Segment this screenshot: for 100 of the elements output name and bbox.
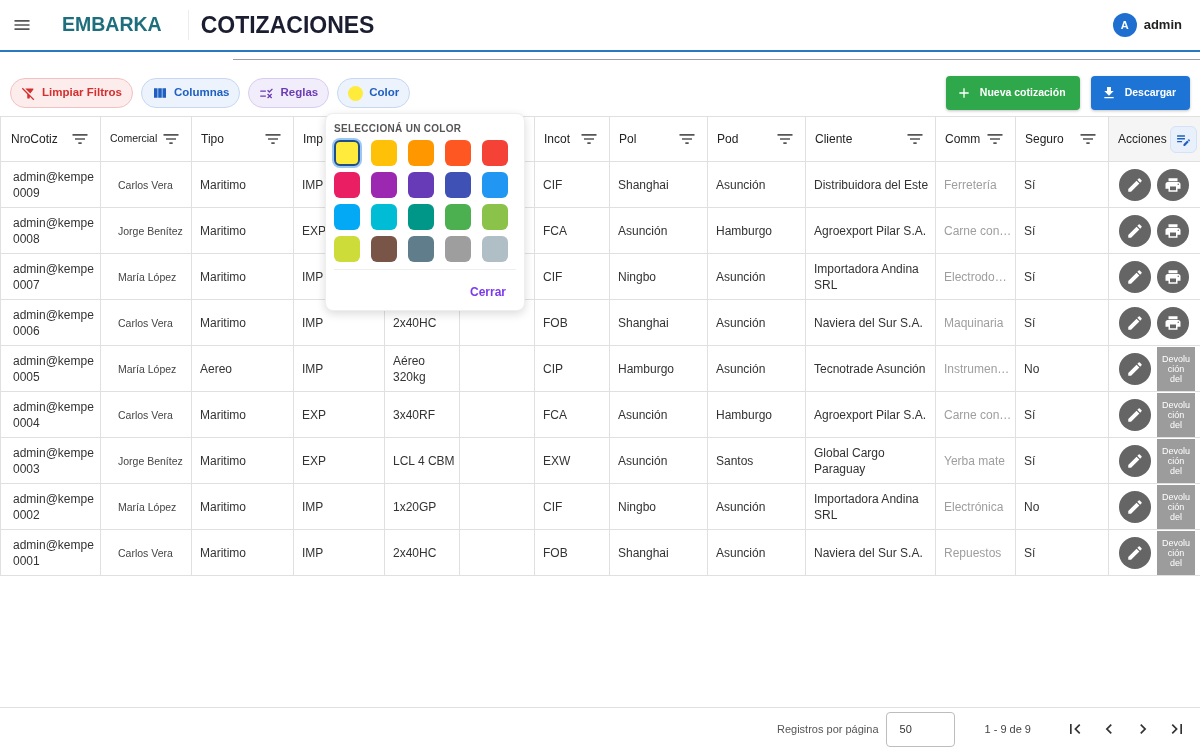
- rows-per-page-label: Registros por página: [777, 721, 879, 737]
- color-swatch-icon[interactable]: [334, 172, 360, 198]
- edit-button[interactable]: [1119, 306, 1151, 339]
- color-swatch-icon[interactable]: [408, 204, 434, 230]
- color-swatch-icon[interactable]: [482, 204, 508, 230]
- pencil-icon: [1126, 359, 1144, 378]
- color-swatch-icon[interactable]: [445, 172, 471, 198]
- table-cell-text: Asunción: [617, 406, 668, 423]
- list-edit-button[interactable]: [1170, 125, 1197, 153]
- new-quote-button[interactable]: Nueva cotización: [945, 76, 1080, 110]
- column-header: Seguro: [1025, 131, 1064, 148]
- table-cell-text: Santos: [715, 452, 754, 469]
- print-button[interactable]: [1157, 306, 1189, 339]
- table-cell-text: admin@kempe 0004: [12, 398, 94, 431]
- color-swatch-icon[interactable]: [371, 236, 397, 262]
- color-button[interactable]: Color: [337, 78, 411, 108]
- table-cell-text: admin@kempe 0002: [12, 490, 94, 523]
- table-cell-text: FOB: [542, 544, 568, 561]
- table-cell-text: Global Cargo Paraguay: [813, 444, 886, 477]
- table-cell-text: FOB: [542, 314, 568, 331]
- brand-name: EMBARKA: [62, 12, 162, 38]
- table-cell-text: Carne con…: [943, 222, 1012, 239]
- table-cell-text: Aereo: [199, 360, 233, 377]
- popover-title: SELECCIONÁ UN COLOR: [334, 123, 463, 135]
- table-cell-text: Aéreo 320kg: [392, 352, 426, 385]
- color-swatch-icon[interactable]: [445, 204, 471, 230]
- table-cell-text: admin@kempe 0007: [12, 260, 94, 293]
- table-cell-text: Naviera del Sur S.A.: [813, 314, 923, 331]
- table-cell-text: Asunción: [715, 498, 766, 515]
- pencil-icon: [1126, 221, 1144, 240]
- rows-per-page-field[interactable]: 50: [885, 711, 955, 747]
- edit-button[interactable]: [1119, 260, 1151, 293]
- download-button[interactable]: Descargar: [1090, 76, 1190, 110]
- table-cell-text: Carne con…: [943, 406, 1012, 423]
- table-cell-text: Tecnotrade Asunción: [813, 360, 926, 377]
- table-cell-text: admin@kempe 0009: [12, 168, 94, 201]
- table-cell-text: Maritimo: [199, 314, 246, 331]
- column-header: Acciones: [1118, 131, 1167, 148]
- table-cell-text: Hamburgo: [715, 222, 773, 239]
- table-cell-text: admin@kempe 0006: [12, 306, 94, 339]
- print-button[interactable]: [1157, 168, 1189, 201]
- table-cell-text: Maritimo: [199, 268, 246, 285]
- edit-button[interactable]: [1119, 398, 1151, 431]
- color-swatch-icon[interactable]: [445, 236, 471, 262]
- edit-button[interactable]: [1119, 536, 1151, 569]
- columns-button[interactable]: Columnas: [140, 78, 241, 108]
- table-cell-text: Asunción: [617, 222, 668, 239]
- table-cell-text: Sí: [1023, 314, 1036, 331]
- color-swatch-icon[interactable]: [334, 236, 360, 262]
- user-avatar[interactable]: A: [1112, 13, 1137, 37]
- table-cell-text: María López: [117, 361, 177, 377]
- table-cell-text: CIF: [542, 268, 563, 285]
- color-swatch-icon[interactable]: [408, 236, 434, 262]
- table-cell-text: Sí: [1023, 268, 1036, 285]
- table-cell-text: IMP: [301, 360, 324, 377]
- print-button[interactable]: [1157, 214, 1189, 247]
- table-cell-text: EXP: [301, 222, 326, 239]
- table-cell-text: Agroexport Pilar S.A.: [813, 406, 927, 423]
- color-swatch-icon[interactable]: [482, 172, 508, 198]
- table-cell-text: Asunción: [715, 544, 766, 561]
- table-cell-text: Sí: [1023, 544, 1036, 561]
- edit-button[interactable]: [1119, 490, 1151, 523]
- table-cell-text: María López: [117, 499, 177, 515]
- page-title: COTIZACIONES: [200, 10, 375, 40]
- table-cell-text: Maritimo: [199, 498, 246, 515]
- page-range: 1 - 9 de 9: [984, 721, 1031, 737]
- color-swatch-icon[interactable]: [334, 204, 360, 230]
- column-header: Pod: [717, 131, 739, 148]
- printer-icon: [1164, 175, 1182, 194]
- edit-button[interactable]: [1119, 214, 1151, 247]
- clear-filters-button[interactable]: Limpiar Filtros: [10, 78, 133, 108]
- edit-button[interactable]: [1119, 352, 1151, 385]
- pencil-icon: [1126, 175, 1144, 194]
- color-swatch-icon[interactable]: [371, 204, 397, 230]
- close-button[interactable]: Cerrar: [469, 284, 506, 300]
- color-swatch-icon[interactable]: [445, 140, 471, 166]
- table-cell-text: Hamburgo: [715, 406, 773, 423]
- table-cell-text: EXW: [542, 452, 571, 469]
- color-swatch-icon[interactable]: [408, 140, 434, 166]
- color-swatch-icon[interactable]: [371, 172, 397, 198]
- column-header: Cliente: [815, 131, 853, 148]
- color-swatch-icon[interactable]: [482, 140, 508, 166]
- rules-button[interactable]: Reglas: [248, 78, 330, 108]
- color-swatch-icon[interactable]: [371, 140, 397, 166]
- pencil-icon: [1126, 405, 1144, 424]
- table-cell-text: Repuestos: [943, 544, 1002, 561]
- table-cell-text: admin@kempe 0008: [12, 214, 94, 247]
- edit-button[interactable]: [1119, 444, 1151, 477]
- color-swatch-icon[interactable]: [482, 236, 508, 262]
- table-cell-text: Agroexport Pilar S.A.: [813, 222, 927, 239]
- filter-off-icon: [21, 85, 36, 101]
- note-tag: Devolución del: [1157, 438, 1195, 483]
- color-swatch-icon[interactable]: [334, 140, 360, 166]
- edit-button[interactable]: [1119, 168, 1151, 201]
- table-cell-text: Naviera del Sur S.A.: [813, 544, 923, 561]
- print-button[interactable]: [1157, 260, 1189, 293]
- color-swatch-icon[interactable]: [408, 172, 434, 198]
- table-cell-text: Importadora Andina SRL: [813, 490, 920, 523]
- table-cell-text: LCL 4 CBM: [392, 452, 455, 469]
- column-header: Comercial: [110, 131, 158, 147]
